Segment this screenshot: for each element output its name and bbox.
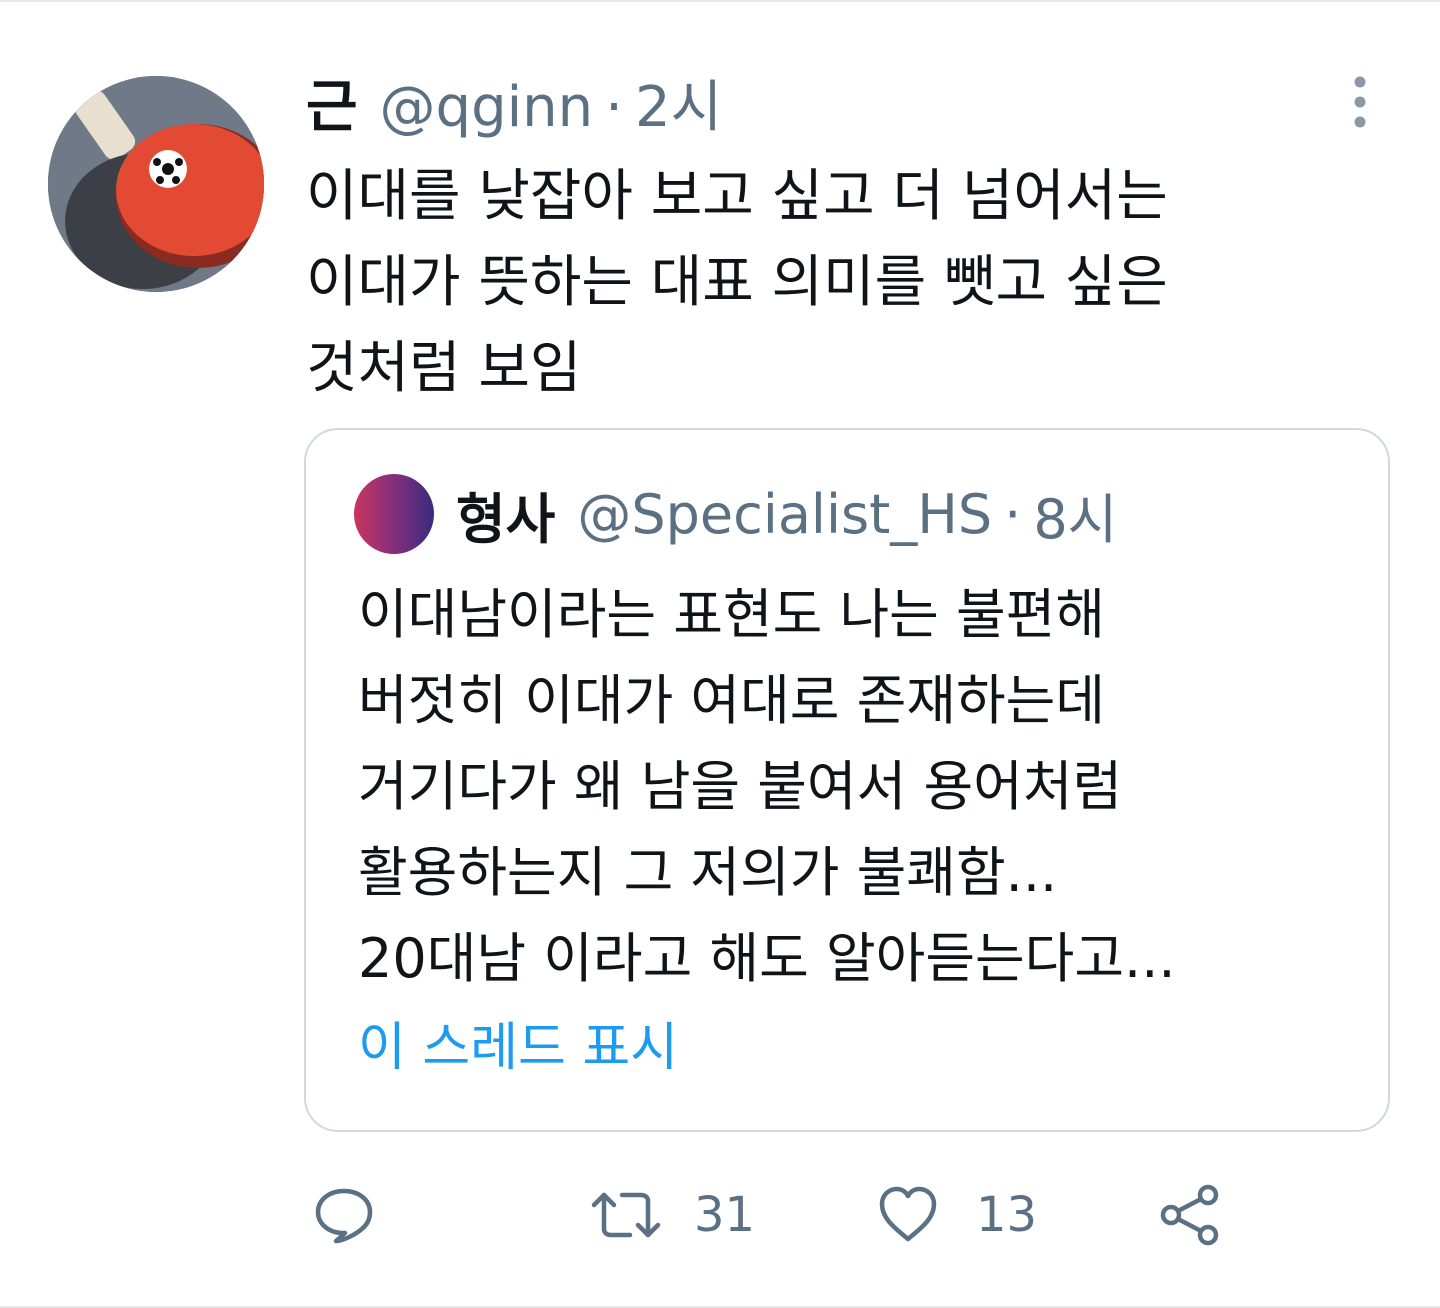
share-icon (1160, 1184, 1219, 1246)
quoted-timestamp: 8시 (1033, 487, 1118, 551)
tweet-text-line: 이대가 뜻하는 대표 의미를 뺏고 싶은 (306, 250, 1168, 315)
quoted-text-line: 20대남 이라고 해도 알아듣는다고... (358, 927, 1176, 990)
quoted-text-line: 활용하는지 그 저의가 불쾌함... (358, 841, 1058, 904)
display-name[interactable]: 근 (306, 70, 358, 146)
retweet-button[interactable]: 31 (588, 1172, 755, 1258)
retweet-icon (591, 1192, 661, 1238)
share-button[interactable] (1158, 1172, 1222, 1258)
ping-pong-paddle-avatar-icon (48, 76, 264, 292)
quoted-text-line: 이대남이라는 표현도 나는 불편해 (358, 583, 1106, 646)
more-options-button[interactable] (1340, 76, 1380, 132)
tweet-text-line: 이대를 낮잡아 보고 싶고 더 넘어서는 (306, 164, 1168, 229)
separator: · (605, 75, 623, 140)
tweet-text-line: 것처럼 보임 (306, 336, 582, 401)
quoted-tweet[interactable]: 형사 @Specialist_HS · 8시 이대남이라는 표현도 나는 불편해… (304, 428, 1390, 1132)
like-button[interactable]: 13 (876, 1172, 1037, 1258)
separator: · (1004, 482, 1022, 546)
reply-button[interactable] (312, 1172, 376, 1258)
quoted-display-name: 형사 (456, 487, 556, 551)
heart-icon (879, 1186, 937, 1242)
tweet-actions: 31 13 (306, 1172, 1306, 1258)
reply-icon (315, 1188, 373, 1244)
quoted-text-line: 버젓히 이대가 여대로 존재하는데 (358, 669, 1106, 732)
quoted-avatar (354, 474, 434, 554)
quoted-text-line: 거기다가 왜 남을 붙여서 용어처럼 (358, 755, 1123, 818)
avatar[interactable] (48, 76, 264, 292)
like-count: 13 (976, 1187, 1038, 1243)
quoted-user-handle: @Specialist_HS (577, 482, 993, 546)
tweet[interactable]: 근 @qginn · 2시 이대를 낮잡아 보고 싶고 더 넘어서는 이대가 뜻… (0, 0, 1440, 1308)
quoted-tweet-header: 형사 @Specialist_HS · 8시 (354, 472, 1117, 556)
tweet-header: 근 @qginn · 2시 (306, 70, 722, 146)
tweet-text: 이대를 낮잡아 보고 싶고 더 넘어서는 이대가 뜻하는 대표 의미를 뺏고 싶… (306, 154, 1366, 412)
more-vertical-icon (1354, 76, 1366, 128)
timestamp[interactable]: 2시 (635, 70, 722, 146)
show-thread-link[interactable]: 이 스레드 표시 (358, 1008, 678, 1088)
user-handle[interactable]: @qginn (380, 70, 594, 146)
retweet-count: 31 (694, 1187, 756, 1243)
quoted-tweet-text: 이대남이라는 표현도 나는 불편해 버젓히 이대가 여대로 존재하는데 거기다가… (358, 572, 1176, 1002)
